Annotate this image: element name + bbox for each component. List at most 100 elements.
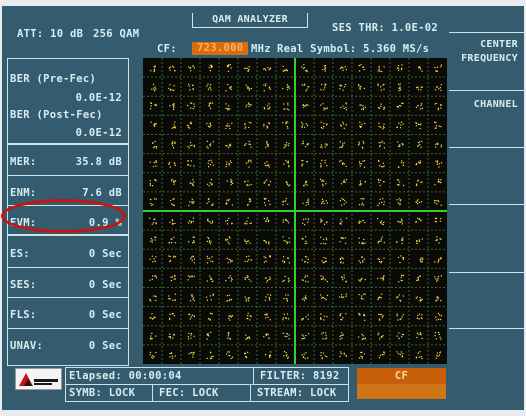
mer-label: MER: [10,156,37,168]
constellation-point [263,255,271,263]
constellation-point [396,351,404,358]
constellation-point [247,198,252,206]
constellation-point [149,351,157,359]
constellation-point [303,180,308,187]
constellation-point [320,143,328,148]
cf-value[interactable]: 723.000 [192,42,249,55]
constellation-point [207,312,213,321]
constellation-point [282,275,290,283]
constellation-point [358,351,365,359]
constellation-point [415,351,423,360]
constellation-point [283,294,289,302]
constellation-point [322,65,326,72]
constellation-point [190,294,195,302]
constellation-point [416,313,423,320]
constellation-point [244,255,252,263]
constellation-point [264,313,271,321]
constellation-point [302,295,307,301]
analyzer-title-box: QAM ANALYZER [192,13,308,28]
constellation-point [320,83,327,91]
constellation-point [169,352,176,359]
constellation-point [149,313,156,320]
constellation-point [244,66,250,72]
constellation-point [263,83,271,92]
constellation-point [168,84,175,91]
analyzer-screen: ATT: 10 dB 256 QAM QAM ANALYZER SES THR:… [0,0,526,416]
constellation-point [359,104,366,111]
constellation-point [358,64,365,72]
constellation-point [434,121,442,129]
constellation-point [282,121,289,129]
constellation-point [377,293,383,300]
fls-label: FLS: [10,309,37,321]
constellation-point [320,313,328,321]
constellation-point [263,103,271,110]
constellation-point [320,294,329,301]
constellation-point [434,200,442,206]
softkey-5[interactable] [449,272,526,329]
softkey-label: FREQUENCY [461,53,518,64]
constellation-point [265,141,269,148]
filter-readout: FILTER: 8192 [260,370,340,382]
constellation-point [263,122,271,129]
ber-pre-fec-label: BER (Pre-Fec) [10,73,97,85]
constellation-point [188,83,194,91]
constellation-point [301,314,309,321]
constellation-point [396,332,404,340]
constellation-point [225,84,232,92]
ses-label: SES: [10,279,37,291]
divider [8,175,128,176]
ber-post-fec-label: BER (Post-Fec) [10,109,103,121]
ses-threshold-readout: SES THR: 1.0E-02 [332,22,438,34]
constellation-point [264,276,271,283]
constellation-point [189,179,195,187]
constellation-point [339,141,345,149]
cf-softkey[interactable]: CF [357,368,446,399]
constellation-point [206,140,214,149]
constellation-point [149,217,157,225]
constellation-point [265,351,272,358]
constellation-point [358,141,365,149]
constellation-point [283,351,289,359]
constellation-point [263,179,272,186]
constellation-point [187,332,195,340]
divider [8,267,128,268]
constellation-point [206,351,214,359]
constellation-point [396,198,402,206]
constellation-point [150,65,156,73]
constellation-point [226,294,233,302]
constellation-point [282,236,291,244]
constellation-point [378,313,384,321]
constellation-point [301,64,308,73]
constellation-point [396,313,404,321]
constellation-point [149,160,157,168]
channel-softkey[interactable]: CHANNEL [449,90,526,133]
constellation-point [435,296,442,302]
constellation-point [264,161,270,168]
constellation-point [244,217,252,225]
constellation-point [149,295,157,302]
softkey-4[interactable] [449,204,526,257]
center-frequency-softkey[interactable]: CENTER FREQUENCY [449,32,526,73]
constellation-point [339,217,348,225]
softkey-6[interactable] [449,328,526,359]
constellation-point [282,65,288,72]
constellation-point [301,140,309,148]
constellation-point [282,198,289,206]
constellation-point [398,274,405,283]
constellation-point [206,198,214,206]
constellation-point [378,351,385,359]
unav-value: 0 Sec [88,340,122,352]
constellation-point [358,256,365,264]
constellation-point [225,217,233,225]
divider [250,385,251,401]
softkey-label: CENTER [480,39,518,50]
constellation-point [188,198,195,207]
constellation-point [417,140,423,148]
fls-value: 0 Sec [88,309,122,321]
constellation-point [339,332,344,340]
softkey-3[interactable] [449,147,526,200]
constellation-point [206,293,214,301]
constellation-point [149,275,157,281]
constellation-point [434,332,442,340]
